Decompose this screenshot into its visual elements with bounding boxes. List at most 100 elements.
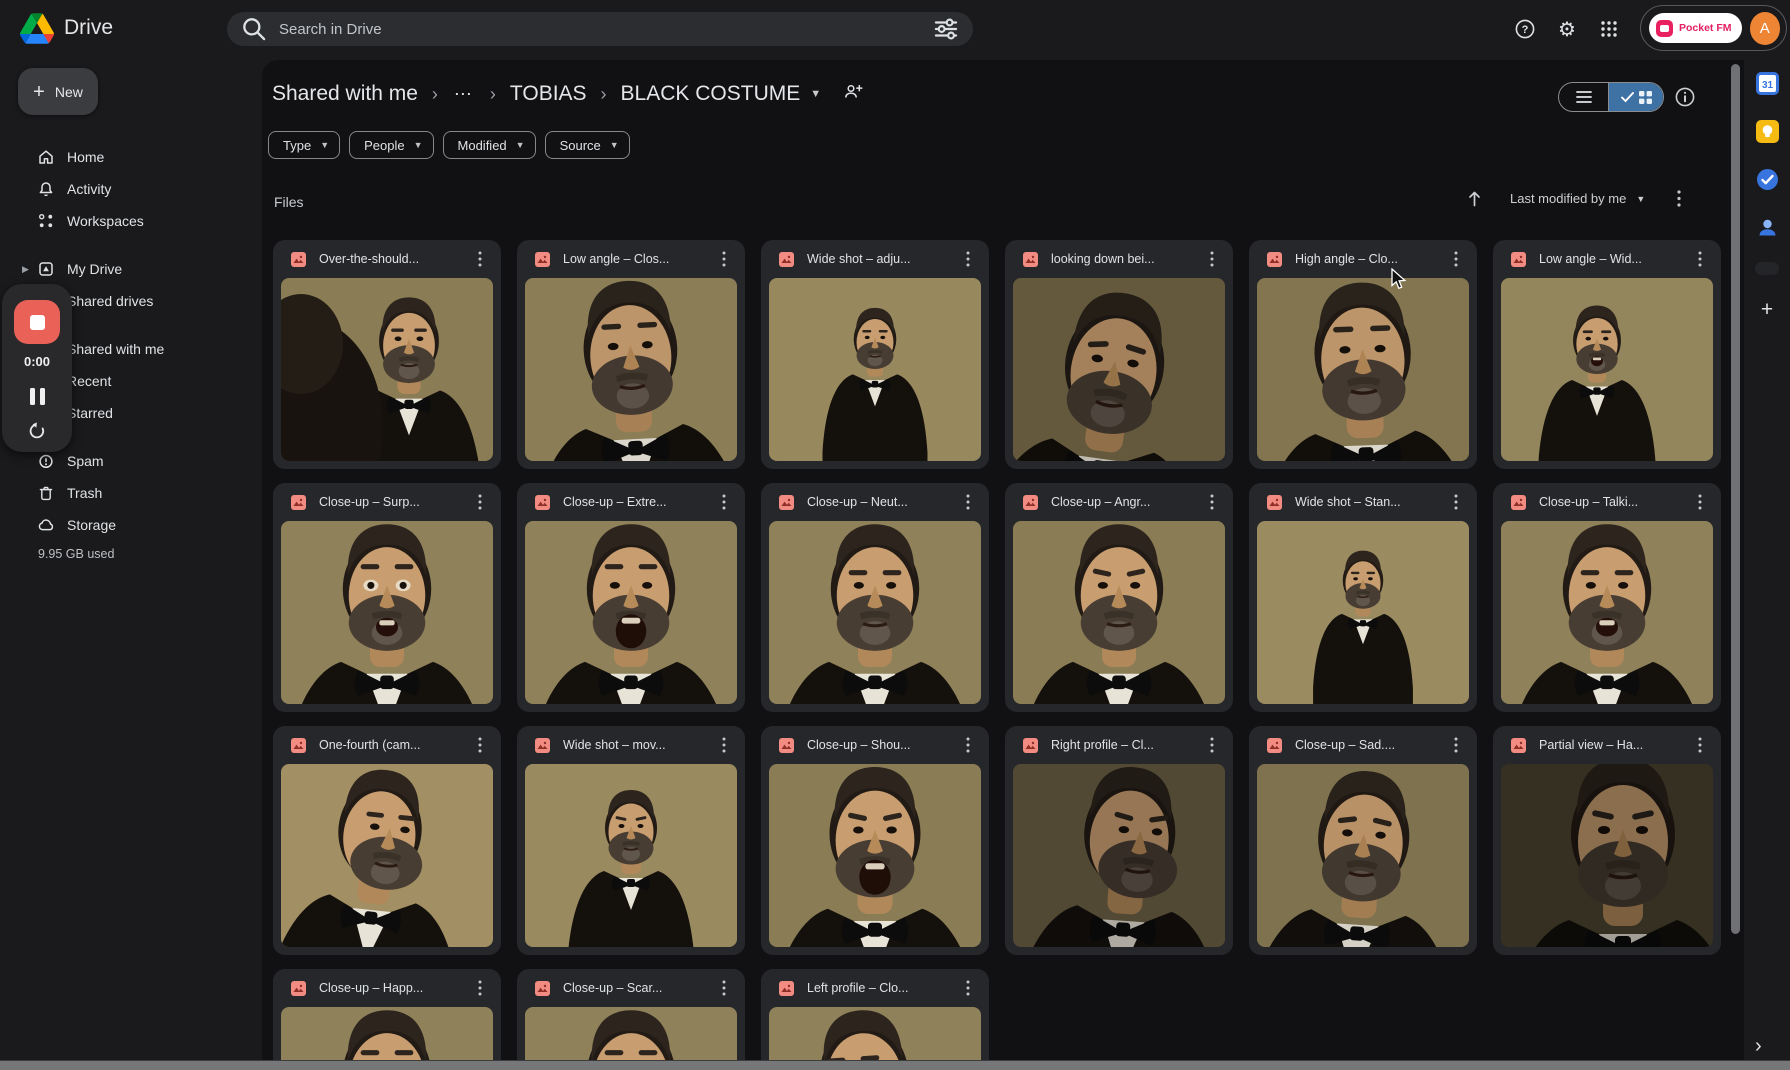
file-menu-button[interactable] bbox=[472, 251, 488, 267]
restart-recording-icon[interactable] bbox=[28, 422, 46, 440]
file-card[interactable]: Close-up – Sad.... bbox=[1249, 726, 1477, 955]
file-menu-button[interactable] bbox=[1204, 737, 1220, 753]
file-card[interactable]: Low angle – Wid... bbox=[1493, 240, 1721, 469]
more-options-icon[interactable] bbox=[1677, 190, 1681, 207]
calendar-icon[interactable]: 31 bbox=[1754, 70, 1780, 96]
file-card[interactable]: Wide shot – Stan... bbox=[1249, 483, 1477, 712]
share-person-add-icon[interactable] bbox=[843, 82, 863, 106]
expander-arrow-icon[interactable]: ▶ bbox=[22, 264, 29, 275]
file-card[interactable]: Close-up – Surp... bbox=[273, 483, 501, 712]
avatar[interactable]: A bbox=[1749, 11, 1780, 45]
sidebar-item-home[interactable]: Home bbox=[0, 141, 262, 173]
expand-rail-chevron[interactable]: › bbox=[1755, 1035, 1762, 1058]
file-card[interactable]: Right profile – Cl... bbox=[1005, 726, 1233, 955]
filter-chip-source[interactable]: Source ▼ bbox=[544, 131, 630, 159]
file-card-header: Close-up – Extre... bbox=[517, 483, 745, 521]
new-button[interactable]: + New bbox=[18, 68, 98, 115]
file-menu-button[interactable] bbox=[1204, 251, 1220, 267]
filter-chip-modified[interactable]: Modified ▼ bbox=[442, 131, 536, 159]
sidebar-item-label: Shared drives bbox=[67, 293, 154, 309]
file-card[interactable]: Close-up – Happ... bbox=[273, 969, 501, 1070]
chevron-down-icon: ▼ bbox=[515, 140, 525, 150]
folder-dropdown-caret-icon[interactable]: ▼ bbox=[810, 88, 821, 100]
filter-chip-type[interactable]: Type ▼ bbox=[268, 131, 341, 159]
file-card[interactable]: Wide shot – adju... bbox=[761, 240, 989, 469]
file-card[interactable]: Close-up – Shou... bbox=[761, 726, 989, 955]
file-card-header: Close-up – Shou... bbox=[761, 726, 989, 764]
file-menu-button[interactable] bbox=[1692, 494, 1708, 510]
bottom-window-strip bbox=[0, 1060, 1790, 1070]
search-filters-icon[interactable] bbox=[933, 16, 959, 42]
search-bar[interactable] bbox=[227, 12, 973, 46]
file-card[interactable]: Close-up – Talki... bbox=[1493, 483, 1721, 712]
file-card[interactable]: One-fourth (cam... bbox=[273, 726, 501, 955]
image-file-icon bbox=[779, 251, 794, 267]
file-menu-button[interactable] bbox=[1448, 737, 1464, 753]
file-menu-button[interactable] bbox=[1204, 494, 1220, 510]
keep-icon[interactable] bbox=[1754, 118, 1780, 144]
file-name: Close-up – Sad.... bbox=[1295, 738, 1396, 752]
file-menu-button[interactable] bbox=[1448, 251, 1464, 267]
stop-recording-button[interactable] bbox=[14, 300, 60, 344]
sidebar-item-activity[interactable]: Activity bbox=[0, 173, 262, 205]
sidebar-item-trash[interactable]: Trash bbox=[0, 477, 262, 509]
chevron-down-icon: ▼ bbox=[609, 140, 619, 150]
info-icon[interactable] bbox=[1674, 86, 1696, 108]
list-view-button[interactable] bbox=[1559, 83, 1609, 111]
contacts-icon[interactable] bbox=[1754, 214, 1780, 240]
file-menu-button[interactable] bbox=[1448, 494, 1464, 510]
file-menu-button[interactable] bbox=[960, 737, 976, 753]
sidebar-item-storage[interactable]: Storage bbox=[0, 509, 262, 541]
file-card[interactable]: Low angle – Clos... bbox=[517, 240, 745, 469]
file-menu-button[interactable] bbox=[716, 737, 732, 753]
app-name: Drive bbox=[64, 16, 114, 39]
file-card[interactable]: Close-up – Extre... bbox=[517, 483, 745, 712]
file-menu-button[interactable] bbox=[1692, 251, 1708, 267]
file-menu-button[interactable] bbox=[960, 980, 976, 996]
vertical-scrollbar[interactable] bbox=[1731, 64, 1740, 934]
breadcrumb-segment[interactable]: Shared with me bbox=[272, 82, 418, 106]
file-menu-button[interactable] bbox=[716, 980, 732, 996]
recording-timer: 0:00 bbox=[23, 354, 51, 369]
tasks-icon[interactable] bbox=[1754, 166, 1780, 192]
file-menu-button[interactable] bbox=[472, 737, 488, 753]
sort-label[interactable]: Last modified by me bbox=[1510, 191, 1626, 206]
file-menu-button[interactable] bbox=[716, 494, 732, 510]
account-area[interactable]: Pocket FM A bbox=[1640, 5, 1787, 51]
breadcrumb-collapsed-button[interactable]: ⋯ bbox=[452, 84, 476, 105]
file-card[interactable]: Wide shot – mov... bbox=[517, 726, 745, 955]
apps-grid-icon[interactable] bbox=[1596, 16, 1622, 42]
help-icon[interactable]: ? bbox=[1512, 16, 1538, 42]
file-menu-button[interactable] bbox=[960, 251, 976, 267]
breadcrumb: Shared with me › ⋯ › TOBIAS › BLACK COSTUME ▼ bbox=[272, 82, 863, 106]
settings-gear-icon[interactable]: ⚙ bbox=[1554, 16, 1580, 42]
file-menu-button[interactable] bbox=[960, 494, 976, 510]
file-card[interactable]: Partial view – Ha... bbox=[1493, 726, 1721, 955]
sidebar-item-my-drive[interactable]: ▶ My Drive bbox=[0, 253, 262, 285]
image-file-icon bbox=[291, 251, 306, 267]
sidebar-item-workspaces[interactable]: Workspaces bbox=[0, 205, 262, 237]
grid-view-button-selected[interactable] bbox=[1609, 83, 1663, 111]
file-card[interactable]: Close-up – Angr... bbox=[1005, 483, 1233, 712]
google-drive-window: Drive ? ⚙ bbox=[0, 0, 1790, 1070]
file-card[interactable]: High angle – Clo... bbox=[1249, 240, 1477, 469]
svg-text:?: ? bbox=[1522, 24, 1529, 36]
search-input[interactable] bbox=[279, 20, 933, 38]
file-thumbnail bbox=[1501, 764, 1713, 947]
file-card[interactable]: Close-up – Scar... bbox=[517, 969, 745, 1070]
file-menu-button[interactable] bbox=[472, 494, 488, 510]
file-card[interactable]: Close-up – Neut... bbox=[761, 483, 989, 712]
breadcrumb-segment[interactable]: TOBIAS bbox=[510, 82, 587, 106]
file-card[interactable]: Left profile – Clo... bbox=[761, 969, 989, 1070]
file-card[interactable]: looking down bei... bbox=[1005, 240, 1233, 469]
sort-direction-icon[interactable] bbox=[1467, 190, 1482, 207]
get-addons-button[interactable]: + bbox=[1754, 297, 1780, 323]
breadcrumb-segment[interactable]: BLACK COSTUME bbox=[621, 82, 801, 106]
file-menu-button[interactable] bbox=[1692, 737, 1708, 753]
pause-recording-button[interactable] bbox=[25, 384, 49, 408]
filter-chip-people[interactable]: People ▼ bbox=[349, 131, 434, 159]
file-menu-button[interactable] bbox=[472, 980, 488, 996]
file-card[interactable]: Over-the-should... bbox=[273, 240, 501, 469]
file-name: Left profile – Clo... bbox=[807, 981, 909, 995]
file-menu-button[interactable] bbox=[716, 251, 732, 267]
